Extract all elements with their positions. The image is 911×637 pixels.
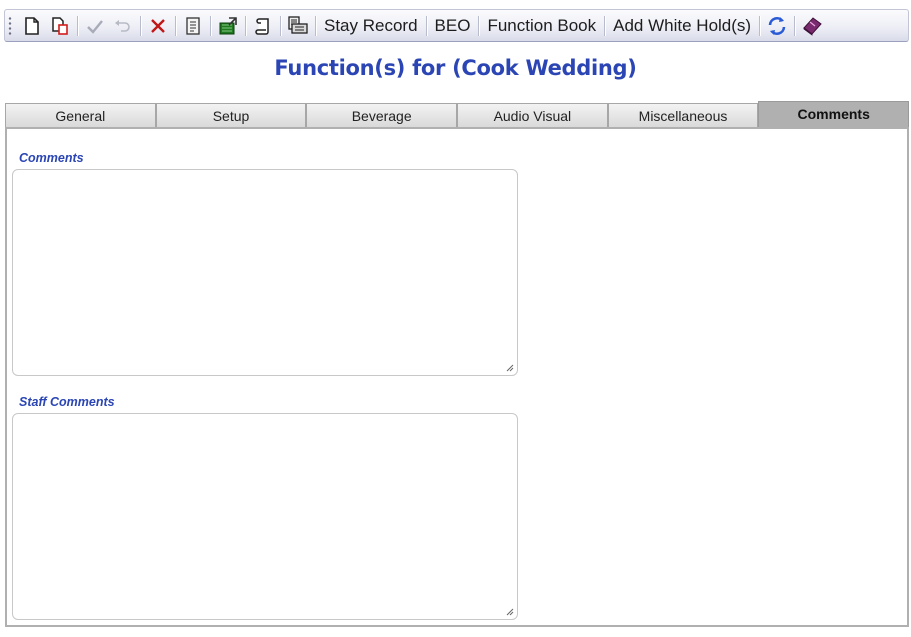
toolbar-separator <box>280 15 281 36</box>
comments-panel: Comments Staff Comments <box>5 127 909 627</box>
toolbar-separator <box>425 15 427 36</box>
resize-handle-icon[interactable] <box>506 608 514 616</box>
tab-comments[interactable]: Comments <box>758 101 910 128</box>
export-icon[interactable] <box>217 14 239 38</box>
tab-setup[interactable]: Setup <box>155 103 307 128</box>
toolbar-separator <box>315 15 316 36</box>
tab-beverage[interactable]: Beverage <box>306 103 458 128</box>
undo-icon[interactable] <box>112 14 134 38</box>
tab-bar: General Setup Beverage Audio Visual Misc… <box>5 101 910 128</box>
toolbar-grip[interactable] <box>8 15 12 36</box>
page-title: Function(s) for (Cook Wedding) <box>274 56 637 80</box>
delete-icon[interactable] <box>147 14 169 38</box>
refresh-icon[interactable] <box>766 14 788 38</box>
toolbar: Stay Record BEO Function Book Add White … <box>4 9 909 42</box>
toolbar-separator <box>245 15 246 36</box>
toolbar-separator <box>175 15 176 36</box>
print-icon[interactable] <box>287 14 309 38</box>
toolbar-separator <box>77 15 78 36</box>
scroll-icon[interactable] <box>252 14 274 38</box>
comments-textarea[interactable] <box>12 169 518 376</box>
toolbar-separator <box>794 15 796 36</box>
toolbar-separator <box>759 15 761 36</box>
toolbar-separator <box>604 15 606 36</box>
tab-audio-visual[interactable]: Audio Visual <box>457 103 608 128</box>
new-document-icon[interactable] <box>21 14 43 38</box>
staff-comments-textarea[interactable] <box>12 413 518 620</box>
copy-document-icon[interactable] <box>49 14 71 38</box>
comments-label: Comments <box>19 151 84 165</box>
tab-general[interactable]: General <box>5 103 156 128</box>
book-icon[interactable] <box>801 14 823 38</box>
toolbar-separator <box>210 15 211 36</box>
toolbar-separator <box>478 15 480 36</box>
beo-button[interactable]: BEO <box>430 16 476 36</box>
add-white-holds-button[interactable]: Add White Hold(s) <box>608 16 756 36</box>
save-check-icon[interactable] <box>84 14 106 38</box>
resize-handle-icon[interactable] <box>506 364 514 372</box>
report-icon[interactable] <box>182 14 204 38</box>
stay-record-button[interactable]: Stay Record <box>319 16 423 36</box>
function-book-button[interactable]: Function Book <box>482 16 601 36</box>
tab-miscellaneous[interactable]: Miscellaneous <box>607 103 759 128</box>
toolbar-separator <box>140 15 141 36</box>
staff-comments-label: Staff Comments <box>19 395 115 409</box>
